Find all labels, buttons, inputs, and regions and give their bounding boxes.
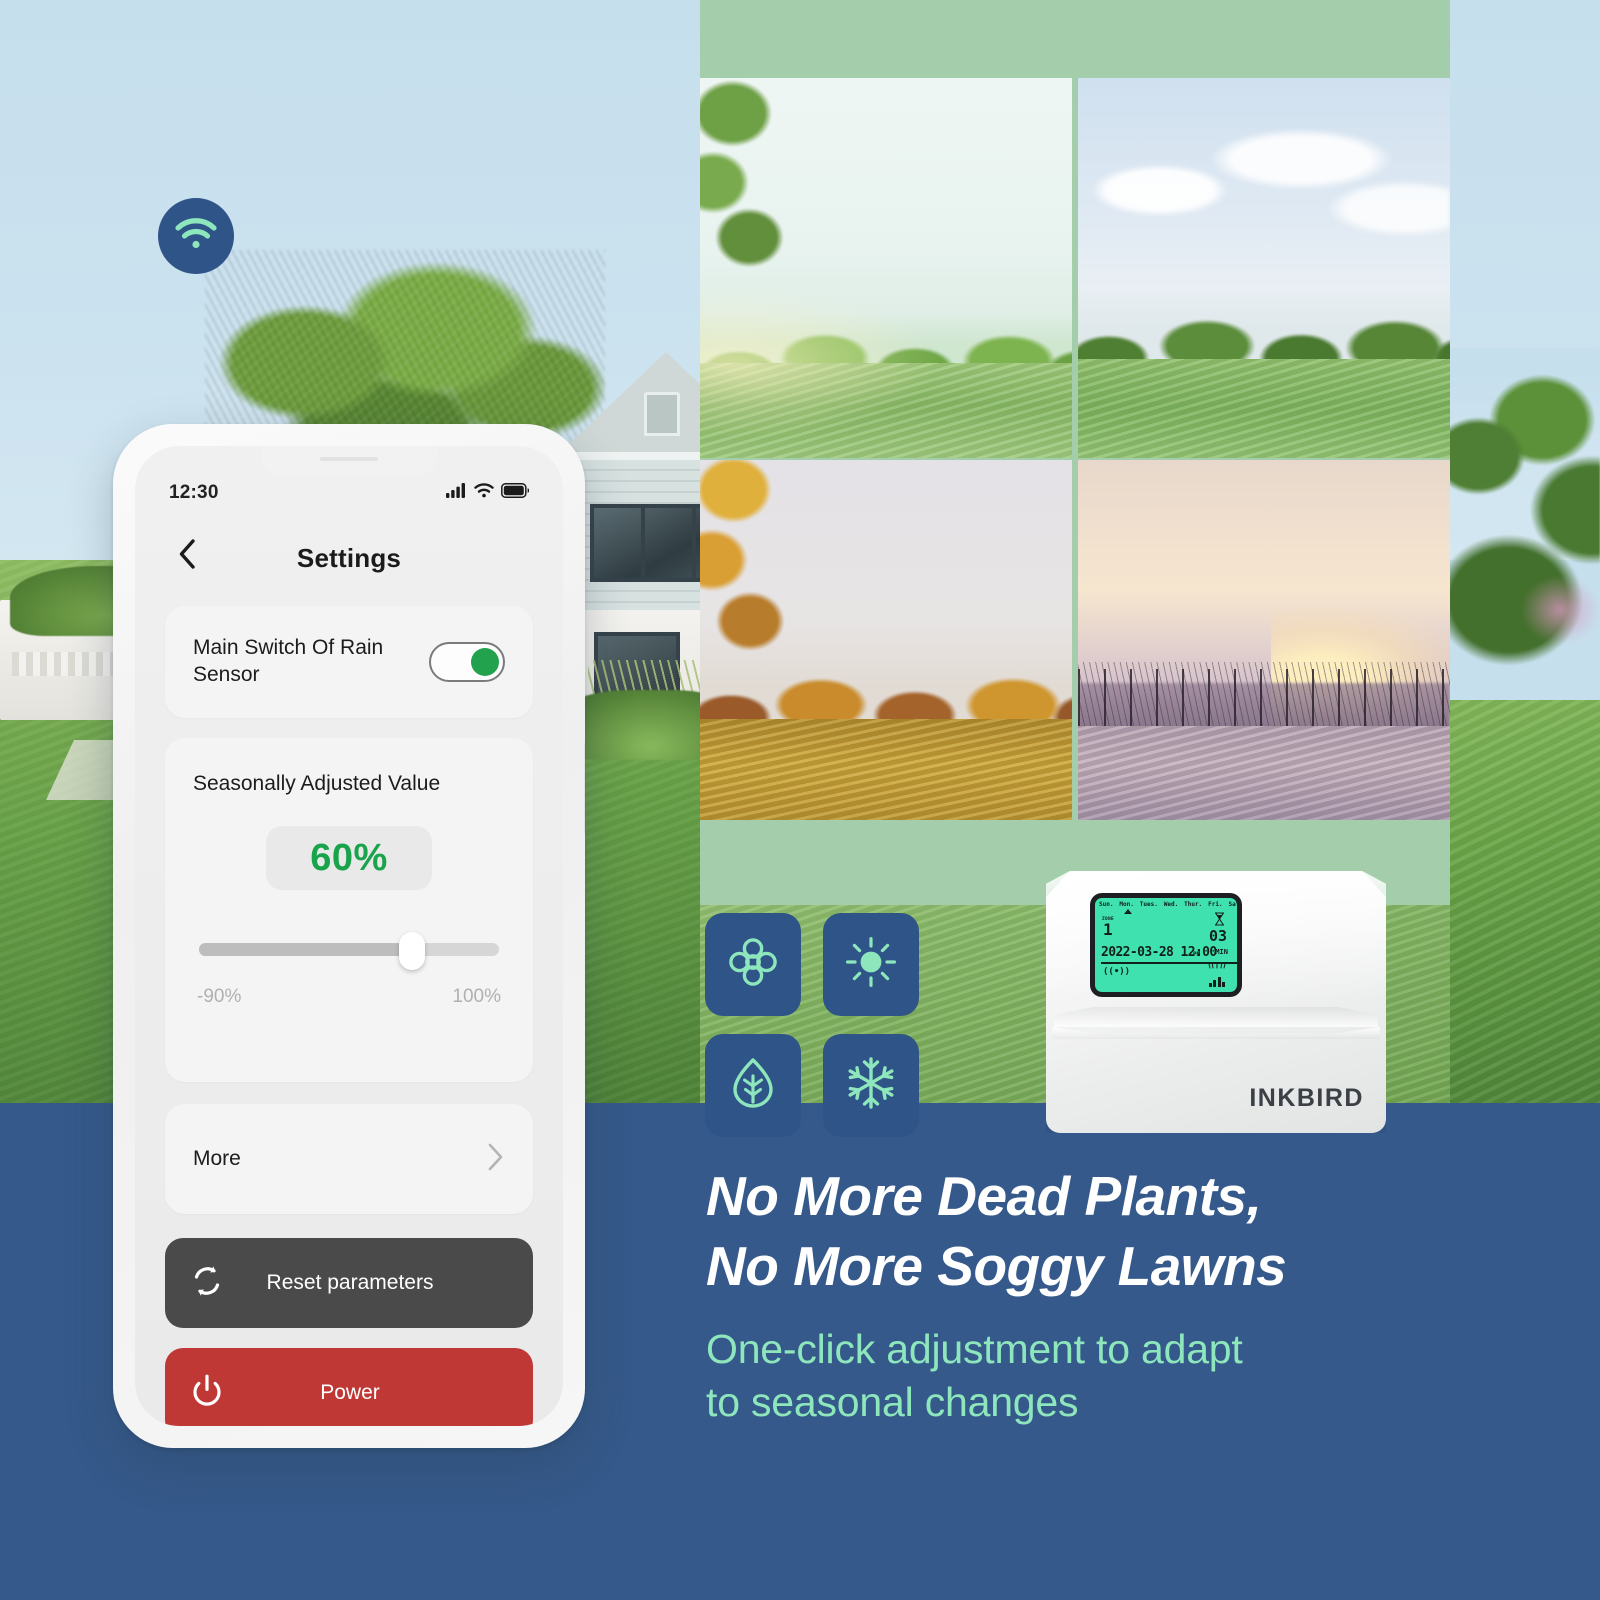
lcd-duration-unit: MIN [1215, 948, 1228, 956]
power-label: Power [320, 1381, 380, 1404]
lcd-ampm: PM [1193, 951, 1201, 958]
winter-frosted-field [1078, 726, 1450, 820]
wifi-badge [158, 198, 234, 274]
back-button[interactable] [165, 534, 209, 578]
right-lawn [1448, 700, 1600, 1105]
season-photo-winter [1078, 460, 1450, 820]
refresh-icon [189, 1263, 225, 1304]
cellular-signal-icon [446, 483, 467, 503]
wifi-icon [474, 483, 494, 503]
summer-clouds [1078, 108, 1450, 291]
lcd-weekday-row: Sun. Mon. Tues. Wed. Thur. Fri. Sat. [1099, 901, 1237, 908]
rain-sensor-toggle[interactable] [429, 642, 505, 682]
season-photo-spring [700, 78, 1072, 458]
slider-max-label: 100% [452, 986, 501, 1007]
snowflake-icon [843, 1055, 899, 1116]
toggle-knob [471, 647, 499, 676]
spring-sun-flare [700, 287, 942, 439]
lcd-day-fri: Fri. [1208, 901, 1223, 908]
marketing-copy: No More Dead Plants, No More Soggy Lawns… [706, 1162, 1466, 1427]
lcd-duration-value: 03 [1208, 927, 1227, 945]
summer-meadow [1078, 359, 1450, 458]
season-tile-winter[interactable] [823, 1034, 919, 1137]
reset-parameters-button[interactable]: Reset parameters [165, 1238, 533, 1328]
earpiece-speaker [320, 457, 378, 461]
signal-bars-icon [1208, 977, 1225, 987]
right-flowering-shrub [1520, 575, 1600, 645]
lcd-day-tues: Tues. [1139, 901, 1158, 908]
season-icon-tiles [705, 913, 925, 1140]
phone-mockup: 12:30 Settings Main Switch Of Rain Senso… [113, 424, 585, 1448]
slider-min-label: -90% [197, 986, 242, 1007]
more-label: More [193, 1147, 241, 1170]
more-row[interactable]: More [165, 1104, 533, 1214]
seasonal-value-pill: 60% [266, 826, 432, 890]
autumn-field [700, 719, 1072, 820]
lcd-day-mon: Mon. [1119, 901, 1134, 908]
sun-icon [844, 935, 898, 994]
power-button[interactable]: Power [165, 1348, 533, 1426]
house-gable-window [644, 392, 680, 436]
right-tree-line [1448, 348, 1600, 708]
spring-foreground-tree [700, 78, 804, 302]
reset-parameters-label: Reset parameters [266, 1271, 434, 1294]
lcd-wifi-indicator: ((•)) [1103, 967, 1131, 977]
lcd-active-day-marker [1124, 909, 1132, 914]
status-icons [446, 483, 530, 503]
wifi-icon [175, 217, 217, 255]
seasonal-adjust-card: Seasonally Adjusted Value 60% -90% 100% [165, 738, 533, 1082]
subline-line-1: One-click adjustment to adapt [706, 1325, 1243, 1372]
brand-logo: INKBIRD [1249, 1084, 1364, 1112]
lcd-day-wed: Wed. [1163, 901, 1179, 908]
status-bar: 12:30 [135, 478, 563, 508]
phone-side-button[interactable] [584, 742, 585, 834]
headline-line-1: No More Dead Plants, [706, 1165, 1262, 1227]
phone-notch [261, 446, 437, 476]
rain-sensor-label: Main Switch Of Rain Sensor [193, 636, 384, 686]
headline-line-2: No More Soggy Lawns [706, 1234, 1287, 1297]
phone-screen: 12:30 Settings Main Switch Of Rain Senso… [135, 446, 563, 1426]
autumn-foreground-tree [700, 460, 804, 687]
chevron-left-icon [177, 538, 197, 575]
season-photo-autumn [700, 460, 1072, 820]
battery-icon [501, 483, 530, 503]
subline-line-2: to seasonal changes [706, 1378, 1079, 1425]
status-time: 12:30 [169, 482, 219, 503]
lcd-bezel: Sun. Mon. Tues. Wed. Thur. Fri. Sat. ZON… [1090, 893, 1242, 997]
season-photo-summer [1078, 78, 1450, 458]
lcd-day-sun: Sun. [1099, 901, 1114, 908]
irrigation-controller: Sun. Mon. Tues. Wed. Thur. Fri. Sat. ZON… [1046, 871, 1386, 1133]
lcd-day-thur: Thur. [1184, 901, 1203, 908]
sprinkler-icon [1208, 962, 1226, 972]
season-tile-spring[interactable] [705, 913, 801, 1016]
lcd-screen: Sun. Mon. Tues. Wed. Thur. Fri. Sat. ZON… [1095, 898, 1237, 992]
power-icon [189, 1373, 225, 1414]
slider-range-labels: -90% 100% [197, 986, 501, 1008]
nav-bar: Settings [135, 528, 563, 588]
lcd-zone-number: 1 [1103, 920, 1113, 939]
seasonal-adjust-label: Seasonally Adjusted Value [193, 772, 441, 795]
slider-thumb[interactable] [398, 932, 425, 970]
leaf-icon [726, 1056, 780, 1115]
seasonal-slider[interactable] [199, 932, 499, 970]
season-tile-autumn[interactable] [705, 1034, 801, 1137]
seasonal-value: 60% [310, 836, 388, 879]
chevron-right-icon [487, 1142, 505, 1177]
season-tile-summer[interactable] [823, 913, 919, 1016]
lcd-day-sat: Sat. [1228, 901, 1237, 908]
slider-fill [199, 943, 406, 956]
controller-seam-upper [1054, 1007, 1378, 1027]
flower-icon [726, 935, 780, 994]
rain-sensor-row[interactable]: Main Switch Of Rain Sensor [165, 606, 533, 718]
